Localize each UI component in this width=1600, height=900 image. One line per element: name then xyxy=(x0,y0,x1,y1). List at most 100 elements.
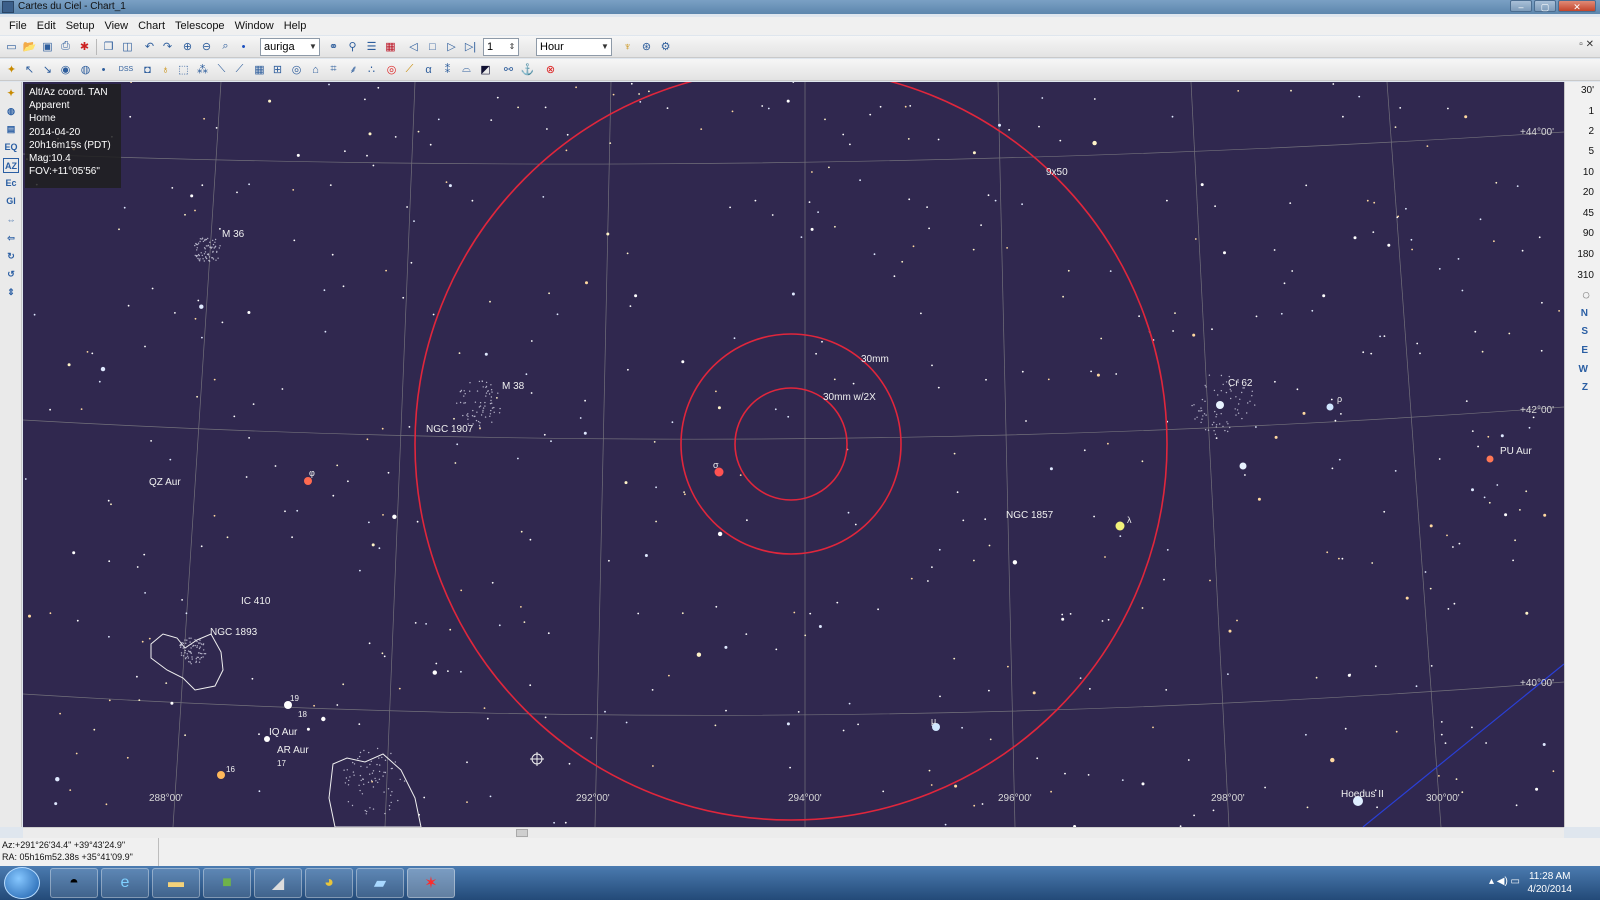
label-pu-aur[interactable]: PU Aur xyxy=(1500,446,1532,457)
constellation-icon[interactable]: ⁂ xyxy=(195,62,210,77)
eyepiece-icon[interactable]: ◎ xyxy=(384,62,399,77)
label-cr62[interactable]: Cr 62 xyxy=(1228,378,1252,389)
cursor-icon[interactable]: ↖ xyxy=(22,62,37,77)
cartes-du-ciel-task-icon[interactable]: ✶ xyxy=(407,868,455,898)
eq-button[interactable]: EQ xyxy=(3,140,19,155)
step-back-icon[interactable]: ◁ xyxy=(406,39,421,54)
direction-e-button[interactable]: E xyxy=(1581,345,1588,356)
star-flag-icon[interactable]: ✦ xyxy=(3,86,19,101)
label-star-16[interactable]: 16 xyxy=(226,765,235,774)
messenger-icon[interactable]: ◓ xyxy=(50,868,98,898)
dss-button[interactable]: DSS xyxy=(115,62,137,77)
scrollbar-thumb[interactable] xyxy=(516,829,528,837)
search-combo[interactable]: auriga ▼ xyxy=(260,38,320,56)
direction-s-button[interactable]: S xyxy=(1581,326,1588,337)
minimize-button[interactable]: – xyxy=(1510,0,1532,12)
fast-forward-icon[interactable]: ▷| xyxy=(463,39,478,54)
globe-icon[interactable]: ◍ xyxy=(78,62,93,77)
alpha-icon[interactable]: α xyxy=(421,62,436,77)
zoom-search-icon[interactable]: ⌕ xyxy=(218,39,233,54)
undo-icon[interactable]: ↶ xyxy=(142,39,157,54)
camera-icon[interactable]: ◘ xyxy=(140,62,155,77)
flip-vertical-icon[interactable]: ⇕ xyxy=(3,285,19,300)
label-ic410[interactable]: IC 410 xyxy=(241,596,270,607)
fov-10deg-button[interactable]: 10 xyxy=(1583,167,1594,178)
binoculars-icon[interactable]: ⚭ xyxy=(326,39,341,54)
notepad-icon[interactable]: ▰ xyxy=(356,868,404,898)
az-button[interactable]: AZ xyxy=(3,158,19,173)
menu-view[interactable]: View xyxy=(99,20,133,32)
target-close-icon[interactable]: ⊗ xyxy=(543,62,558,77)
star-icon[interactable]: ✦ xyxy=(4,62,19,77)
minecraft-icon[interactable]: ■ xyxy=(203,868,251,898)
fov-45deg-button[interactable]: 45 xyxy=(1583,208,1594,219)
zenith-view-icon[interactable]: ◌ xyxy=(1582,287,1590,302)
arrow-left-icon[interactable]: ⇦ xyxy=(3,231,19,246)
fov-20deg-button[interactable]: 20 xyxy=(1583,187,1594,198)
label-ar-aur[interactable]: AR Aur xyxy=(277,745,309,756)
label-lambda[interactable]: λ xyxy=(1127,515,1132,525)
point-icon[interactable]: • xyxy=(236,39,251,54)
label-m38[interactable]: M 38 xyxy=(502,381,524,392)
mdi-window-buttons[interactable]: ▫ ✕ xyxy=(1579,39,1594,50)
label-star-18[interactable]: 18 xyxy=(298,710,307,719)
find-user-icon[interactable]: ⚲ xyxy=(345,39,360,54)
label-star-17[interactable]: 17 xyxy=(277,759,286,768)
step-count-field[interactable]: 1 ⇕ xyxy=(483,38,519,56)
system-tray[interactable]: ▴ ◀) ▭ xyxy=(1489,876,1520,887)
label-phi[interactable]: φ xyxy=(309,468,315,478)
boundary-icon[interactable]: ⟋ xyxy=(232,62,247,77)
maximize-button[interactable]: ▢ xyxy=(1534,0,1556,12)
fov-2deg-button[interactable]: 2 xyxy=(1588,126,1594,137)
fov-30arcmin-button[interactable]: 30' xyxy=(1581,85,1594,96)
anchor-icon[interactable]: ⚓ xyxy=(520,62,535,77)
fov-5deg-button[interactable]: 5 xyxy=(1588,146,1594,157)
label-ngc1907[interactable]: NGC 1907 xyxy=(426,424,473,435)
fov-310deg-button[interactable]: 310 xyxy=(1577,270,1594,281)
direction-z-button[interactable]: Z xyxy=(1582,382,1588,393)
inkscape-icon[interactable]: ◢ xyxy=(254,868,302,898)
menu-edit[interactable]: Edit xyxy=(32,20,61,32)
new-chart-icon[interactable]: ▭ xyxy=(4,39,19,54)
eq-grid-icon[interactable]: ⊞ xyxy=(270,62,285,77)
redo-icon[interactable]: ↷ xyxy=(160,39,175,54)
direction-w-button[interactable]: W xyxy=(1579,364,1588,375)
menu-telescope[interactable]: Telescope xyxy=(170,20,230,32)
menu-file[interactable]: File xyxy=(4,20,32,32)
print-icon[interactable]: ⎙ xyxy=(58,39,73,54)
label-rho[interactable]: ρ xyxy=(1337,394,1342,404)
label-m36[interactable]: M 36 xyxy=(222,229,244,240)
bulb-icon[interactable]: ♁ xyxy=(158,62,173,77)
direction-n-button[interactable]: N xyxy=(1581,308,1588,319)
fov-180deg-button[interactable]: 180 xyxy=(1577,249,1594,260)
sky-chart[interactable]: Alt/Az coord. TAN Apparent Home 2014-04-… xyxy=(23,82,1564,827)
nebula-icon[interactable]: ◉ xyxy=(58,62,73,77)
dot-icon[interactable]: • xyxy=(96,62,111,77)
copy-icon[interactable]: ❐ xyxy=(101,39,116,54)
measure-icon[interactable]: ↘ xyxy=(40,62,55,77)
stop-icon[interactable]: □ xyxy=(425,39,440,54)
ec-button[interactable]: Ec xyxy=(3,176,19,191)
save-icon[interactable]: ▣ xyxy=(40,39,55,54)
scale-icon[interactable]: ⌗ xyxy=(326,62,341,77)
milky-way-icon[interactable]: ⸙ xyxy=(346,62,361,77)
ruler-icon[interactable]: ⟋ xyxy=(402,62,417,77)
line-icon[interactable]: ⟍ xyxy=(214,62,229,77)
menu-setup[interactable]: Setup xyxy=(61,20,100,32)
network-icon[interactable]: ⚙ xyxy=(658,39,673,54)
rotate-cw-icon[interactable]: ↻ xyxy=(3,249,19,264)
calendar-icon[interactable]: ▦ xyxy=(383,39,398,54)
target-icon[interactable]: ⊛ xyxy=(639,39,654,54)
label-qz-aur[interactable]: QZ Aur xyxy=(149,477,181,488)
frame-icon[interactable]: ⬚ xyxy=(176,62,191,77)
menu-help[interactable]: Help xyxy=(279,20,312,32)
horizontal-scrollbar[interactable] xyxy=(23,827,1564,838)
step-forward-icon[interactable]: ▷ xyxy=(444,39,459,54)
chrome-icon[interactable]: ◕ xyxy=(305,868,353,898)
config-icon[interactable]: ✱ xyxy=(77,39,92,54)
taskbar-clock[interactable]: 11:28 AM 4/20/2014 xyxy=(1528,870,1573,896)
globe-rotate-icon[interactable]: ◍ xyxy=(3,104,19,119)
chart-icon[interactable]: ▤ xyxy=(3,122,19,137)
label-hoedus-ii[interactable]: Hoedus II xyxy=(1341,789,1384,800)
horizon-icon[interactable]: ⌓ xyxy=(459,62,474,77)
